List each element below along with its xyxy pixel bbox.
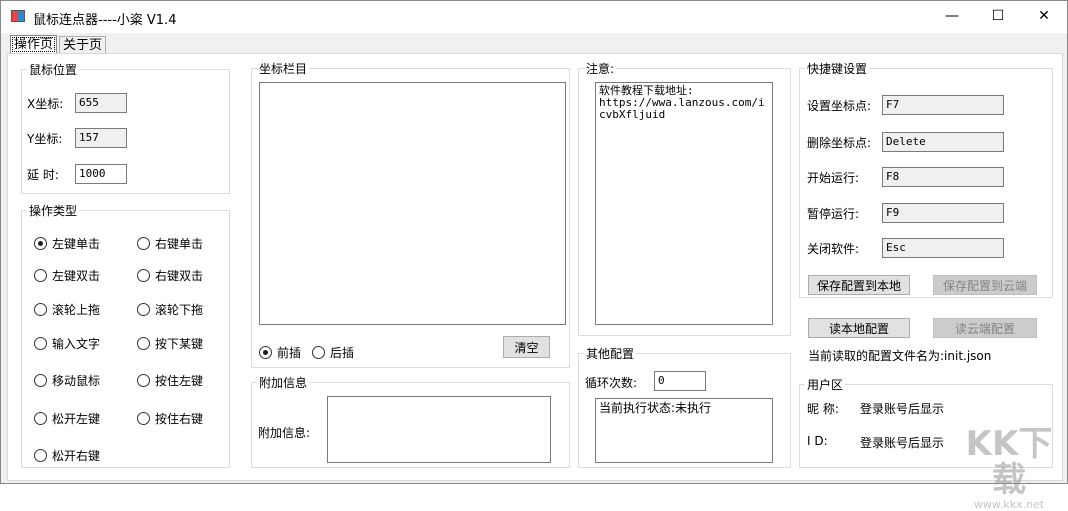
op-type-radio[interactable]: 按住右键 (137, 410, 203, 427)
status-box: 当前执行状态:未执行 (595, 398, 773, 463)
read-cloud-button[interactable]: 读云端配置 (933, 318, 1037, 338)
hotkey-field[interactable]: F8 (882, 167, 1004, 187)
loop-count-field[interactable]: 0 (654, 371, 706, 391)
group-title: 附加信息 (257, 374, 310, 391)
radio-label: 移动鼠标 (52, 374, 101, 388)
delay-field[interactable]: 1000 (75, 164, 127, 184)
insert-after-radio[interactable]: 后插 (312, 344, 354, 361)
radio-circle (137, 374, 150, 387)
hotkey-field[interactable]: F7 (882, 95, 1004, 115)
radio-circle (137, 303, 150, 316)
tab-about[interactable]: 关于页 (59, 36, 107, 54)
radio-circle (34, 412, 47, 425)
title-bar: 鼠标连点器----小粢 V1.4 — ☐ ✕ (1, 1, 1067, 33)
op-type-radio[interactable]: 松开右键 (34, 447, 100, 464)
radio-label: 滚轮上拖 (52, 303, 101, 317)
config-file-label: 当前读取的配置文件名为:init.json (808, 349, 992, 363)
op-type-radio[interactable]: 左键双击 (34, 267, 100, 284)
radio-circle (34, 374, 47, 387)
group-title: 坐标栏目 (257, 60, 310, 77)
tab-operation[interactable]: 操作页 (10, 35, 58, 54)
nickname-label: 昵 称: (807, 402, 839, 416)
app-icon (11, 10, 25, 22)
hotkey-label: 关闭软件: (807, 242, 860, 256)
radio-label: 左键单击 (52, 237, 101, 251)
hotkey-label: 暂停运行: (807, 207, 860, 221)
group-title: 鼠标位置 (27, 61, 80, 78)
hotkey-field[interactable]: F9 (882, 203, 1004, 223)
app-window: 鼠标连点器----小粢 V1.4 — ☐ ✕ 操作页 关于页 鼠标位置 X坐标:… (0, 0, 1068, 511)
radio-label: 后插 (330, 346, 355, 360)
radio-label: 滚轮下拖 (155, 303, 204, 317)
radio-circle (137, 412, 150, 425)
radio-label: 按下某键 (155, 337, 204, 351)
insert-before-radio[interactable]: 前插 (259, 344, 301, 361)
save-cloud-button[interactable]: 保存配置到云端 (933, 275, 1037, 295)
radio-label: 右键双击 (155, 269, 204, 283)
minimize-button[interactable]: — (929, 1, 975, 31)
watermark-url: www.kkx.net (973, 498, 1045, 511)
radio-label: 按住左键 (155, 374, 204, 388)
op-type-radio[interactable]: 滚轮上拖 (34, 301, 100, 318)
radio-circle (34, 337, 47, 350)
loop-count-label: 循环次数: (585, 376, 638, 390)
id-value: 登录账号后显示 (860, 436, 945, 450)
hotkey-field[interactable]: Delete (882, 132, 1004, 152)
hotkey-label: 设置坐标点: (807, 99, 872, 113)
extra-info-input[interactable] (327, 396, 551, 463)
nickname-value: 登录账号后显示 (860, 402, 945, 416)
radio-circle (137, 237, 150, 250)
op-type-radio[interactable]: 松开左键 (34, 410, 100, 427)
y-field[interactable]: 157 (75, 128, 127, 148)
group-title: 快捷键设置 (805, 60, 870, 77)
radio-circle (34, 303, 47, 316)
watermark: KK下载 www.kkx.net (951, 426, 1067, 511)
delay-label: 延 时: (27, 168, 59, 182)
window-title: 鼠标连点器----小粢 V1.4 (33, 13, 177, 28)
y-label: Y坐标: (27, 132, 63, 146)
hotkey-label: 删除坐标点: (807, 136, 872, 150)
group-title: 其他配置 (584, 345, 637, 362)
op-type-radio[interactable]: 按住左键 (137, 372, 203, 389)
radio-label: 右键单击 (155, 237, 204, 251)
radio-label: 松开左键 (52, 412, 101, 426)
clear-button[interactable]: 清空 (503, 336, 550, 358)
radio-label: 前插 (277, 346, 302, 360)
op-type-radio[interactable]: 右键单击 (137, 235, 203, 252)
save-local-button[interactable]: 保存配置到本地 (808, 275, 910, 295)
hotkey-label: 开始运行: (807, 171, 860, 185)
x-field[interactable]: 655 (75, 93, 127, 113)
op-type-radio[interactable]: 移动鼠标 (34, 372, 100, 389)
id-label: I D: (807, 434, 828, 448)
op-type-radio[interactable]: 滚轮下拖 (137, 301, 203, 318)
read-local-button[interactable]: 读本地配置 (808, 318, 910, 338)
group-title: 用户区 (805, 376, 846, 393)
radio-circle (137, 269, 150, 282)
maximize-button[interactable]: ☐ (975, 1, 1021, 31)
radio-label: 输入文字 (52, 337, 101, 351)
op-type-radio[interactable]: 右键双击 (137, 267, 203, 284)
radio-circle (34, 237, 47, 250)
notice-text[interactable]: 软件教程下载地址: https://wwa.lanzous.com/icvbXf… (595, 82, 773, 325)
coords-list[interactable] (259, 82, 566, 325)
radio-circle (259, 346, 272, 359)
radio-circle (137, 337, 150, 350)
radio-label: 松开右键 (52, 449, 101, 463)
radio-label: 左键双击 (52, 269, 101, 283)
hotkey-field[interactable]: Esc (882, 238, 1004, 258)
op-type-radio[interactable]: 输入文字 (34, 335, 100, 352)
group-title: 操作类型 (27, 202, 80, 219)
group-title: 注意: (584, 60, 617, 77)
op-type-radio[interactable]: 按下某键 (137, 335, 203, 352)
radio-circle (34, 269, 47, 282)
watermark-text: KK下载 (965, 424, 1053, 500)
extra-info-label: 附加信息: (258, 426, 311, 440)
x-label: X坐标: (27, 97, 64, 111)
radio-circle (312, 346, 325, 359)
op-type-radio[interactable]: 左键单击 (34, 235, 100, 252)
radio-label: 按住右键 (155, 412, 204, 426)
close-button[interactable]: ✕ (1021, 1, 1067, 31)
radio-circle (34, 449, 47, 462)
